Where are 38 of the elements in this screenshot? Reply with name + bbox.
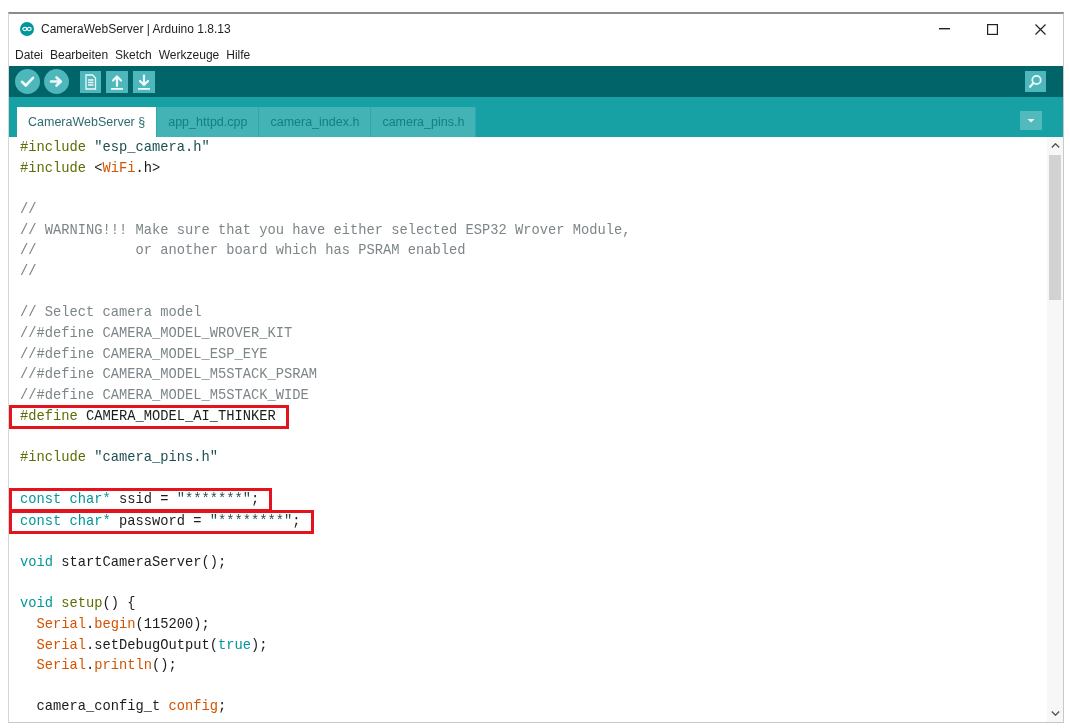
code-line: Serial.setDebugOutput(true); — [36, 636, 268, 655]
code-line: void setup() { — [20, 595, 136, 614]
scrollbar-thumb[interactable] — [1049, 155, 1061, 300]
code-line: //#define CAMERA_MODEL_ESP_EYE — [20, 345, 268, 364]
scroll-down-icon[interactable] — [1050, 711, 1060, 716]
code-line: //#define CAMERA_MODEL_WROVER_KIT — [20, 324, 293, 343]
code-line: #include <WiFi.h> — [20, 159, 161, 178]
code-line: camera_config_t config; — [36, 698, 227, 717]
logo-icon — [20, 22, 34, 36]
check-icon[interactable] — [15, 69, 40, 94]
code-line: Serial.println(); — [36, 657, 177, 676]
menu-item[interactable]: Datei — [15, 46, 43, 64]
scroll-up-icon[interactable] — [1050, 143, 1060, 148]
code-line: // or another board which has PSRAM enabled — [20, 242, 466, 261]
scrollbar[interactable] — [1047, 137, 1063, 722]
menu-item[interactable]: Sketch — [115, 46, 152, 64]
code-line: #include "esp_camera.h" — [20, 139, 210, 157]
menu-item[interactable]: Bearbeiten — [50, 46, 109, 64]
tab[interactable]: CameraWebServer § — [17, 107, 158, 137]
arrow-up-icon[interactable] — [106, 70, 128, 93]
code-line: Serial.begin(115200); — [36, 615, 210, 634]
code-line: void startCameraServer(); — [20, 553, 227, 572]
code-line: //#define CAMERA_MODEL_M5STACK_PSRAM — [20, 366, 318, 385]
code-line: // Select camera model — [20, 304, 202, 323]
maximize-icon[interactable] — [987, 23, 998, 35]
code-line: // — [20, 262, 37, 281]
arrow-down-icon[interactable] — [133, 70, 155, 93]
code-line: // WARNING!!! Make sure that you have either selected ESP32 Wrover Module, — [20, 221, 631, 240]
menu-item[interactable]: Hilfe — [226, 46, 251, 64]
window-title: CameraWebServer | Arduino 1.8.13 — [41, 21, 231, 38]
close-icon[interactable] — [1035, 23, 1046, 35]
code-line: #include "camera_pins.h" — [20, 448, 219, 467]
code-line: // — [20, 200, 37, 219]
document-icon[interactable] — [80, 70, 101, 93]
minimize-icon[interactable] — [939, 28, 950, 30]
code-line: //#define CAMERA_MODEL_M5STACK_WIDE — [20, 386, 309, 405]
arrow-right-icon[interactable] — [44, 69, 69, 94]
menu-item[interactable]: Werkzeuge — [158, 46, 220, 64]
